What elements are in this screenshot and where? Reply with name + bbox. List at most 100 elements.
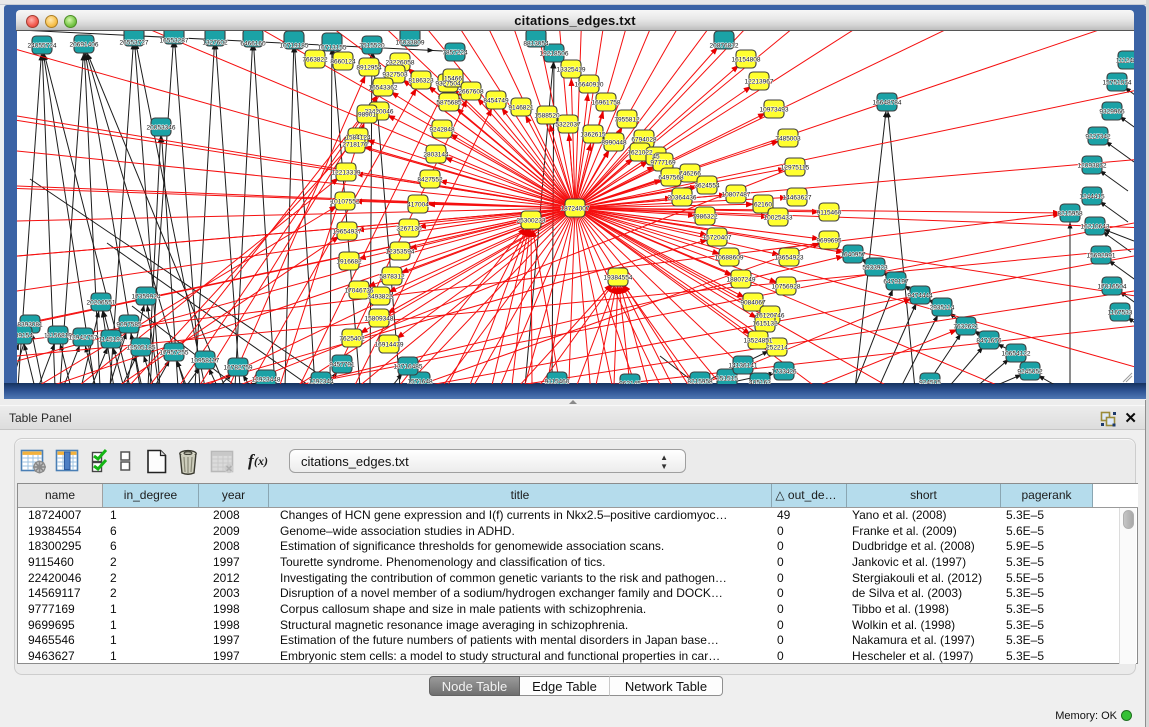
svg-text:20691406: 20691406 [70, 41, 99, 48]
svg-text:405163: 405163 [749, 379, 771, 384]
svg-text:9115460: 9115460 [817, 209, 842, 216]
svg-text:1640957: 1640957 [840, 251, 866, 258]
svg-text:8393081: 8393081 [17, 321, 43, 328]
svg-text:5933923: 5933923 [862, 264, 888, 271]
svg-text:19384554: 19384554 [604, 274, 633, 281]
svg-text:2935114: 2935114 [930, 304, 955, 311]
svg-text:9242848: 9242848 [429, 126, 455, 133]
svg-text:20053346: 20053346 [147, 124, 176, 131]
svg-text:1916682: 1916682 [336, 258, 362, 265]
svg-text:16033809: 16033809 [396, 40, 425, 47]
svg-text:1584124: 1584124 [345, 134, 371, 141]
svg-text:10958117: 10958117 [191, 357, 220, 364]
svg-text:8471676: 8471676 [976, 337, 1002, 344]
svg-text:6466160: 6466160 [240, 41, 266, 48]
svg-text:16553287: 16553287 [160, 38, 189, 45]
svg-text:20876812: 20876812 [710, 43, 739, 50]
svg-text:9084067: 9084067 [740, 299, 766, 306]
svg-text:1292344: 1292344 [308, 378, 334, 384]
svg-text:19218506: 19218506 [540, 50, 569, 57]
svg-text:13654923: 13654923 [775, 254, 804, 261]
svg-text:2667608: 2667608 [458, 88, 484, 95]
svg-text:23226058: 23226058 [386, 59, 415, 66]
svg-text:10807487: 10807487 [722, 191, 751, 198]
svg-text:10973493: 10973493 [760, 106, 789, 113]
svg-text:8660124: 8660124 [330, 58, 356, 65]
svg-text:2718176: 2718176 [342, 141, 368, 148]
svg-text:12213319: 12213319 [332, 169, 361, 176]
svg-text:26553727: 26553727 [120, 40, 149, 47]
svg-text:16543362: 16543362 [369, 84, 398, 91]
svg-text:12353594: 12353594 [386, 248, 415, 255]
svg-text:13325419: 13325419 [557, 66, 586, 73]
svg-text:9097585: 9097585 [116, 321, 142, 328]
svg-text:8813054: 8813054 [523, 41, 549, 48]
svg-text:16640910: 16640910 [575, 81, 604, 88]
svg-text:7515520: 7515520 [359, 42, 385, 49]
svg-text:14463627: 14463627 [783, 194, 812, 201]
svg-text:10025433: 10025433 [764, 214, 793, 221]
svg-text:62160: 62160 [754, 201, 772, 208]
svg-text:9457791: 9457791 [329, 361, 355, 368]
svg-text:10756928: 10756928 [772, 283, 801, 290]
svg-text:9146821: 9146821 [508, 104, 534, 111]
svg-text:1362615: 1362615 [580, 131, 606, 138]
svg-text:1167533: 1167533 [1108, 309, 1133, 316]
svg-text:1588520: 1588520 [534, 112, 560, 119]
svg-text:6794028: 6794028 [631, 136, 657, 143]
svg-text:3267130: 3267130 [396, 225, 422, 232]
svg-text:14136141: 14136141 [729, 362, 758, 369]
svg-text:17957255: 17957255 [160, 349, 189, 356]
svg-text:3624554: 3624554 [694, 182, 720, 189]
svg-text:9699695: 9699695 [816, 237, 842, 244]
svg-text:1733426: 1733426 [771, 368, 797, 375]
svg-text:1145193: 1145193 [99, 336, 124, 343]
svg-text:19654937: 19654937 [333, 228, 362, 235]
svg-text:13716485: 13716485 [394, 363, 423, 370]
svg-text:7986322: 7986322 [692, 213, 718, 220]
svg-text:16648784: 16648784 [873, 99, 902, 106]
svg-text:10107552: 10107552 [331, 198, 360, 205]
svg-text:12093872: 12093872 [1078, 162, 1107, 169]
svg-text:18807249: 18807249 [727, 276, 756, 283]
svg-text:924505: 924505 [919, 379, 941, 384]
svg-text:16120746: 16120746 [756, 312, 785, 319]
svg-text:13524851: 13524851 [744, 337, 773, 344]
svg-text:12942757: 12942757 [69, 334, 98, 341]
svg-text:151515: 151515 [716, 375, 738, 382]
svg-text:7625402: 7625402 [339, 335, 365, 342]
svg-text:8427552: 8427552 [417, 176, 443, 183]
svg-text:12505185: 12505185 [127, 344, 156, 351]
svg-text:1112480: 1112480 [1116, 57, 1134, 64]
svg-text:9329966: 9329966 [1099, 108, 1125, 115]
svg-text:5322037: 5322037 [555, 121, 581, 128]
svg-text:24055724: 24055724 [28, 42, 57, 49]
svg-text:3493822: 3493822 [367, 293, 393, 300]
svg-text:9245052: 9245052 [1017, 368, 1043, 375]
svg-text:15809348: 15809348 [365, 315, 394, 322]
svg-text:10688609: 10688609 [715, 254, 744, 261]
svg-text:1615132: 1615132 [752, 320, 778, 327]
svg-text:7857224: 7857224 [442, 49, 468, 56]
svg-text:8912954: 8912954 [356, 64, 382, 71]
svg-text:7663822: 7663822 [302, 56, 328, 63]
svg-text:(x): (x) [254, 454, 268, 468]
svg-text:12975115: 12975115 [781, 164, 810, 171]
svg-text:9227342: 9227342 [1085, 133, 1111, 140]
svg-text:16154808: 16154808 [732, 56, 761, 63]
svg-text:1327602: 1327602 [202, 40, 228, 47]
svg-text:1621022: 1621022 [627, 149, 653, 156]
svg-text:98901: 98901 [358, 111, 376, 118]
svg-text:5875685: 5875685 [436, 99, 462, 106]
svg-text:17359924: 17359924 [132, 293, 161, 300]
svg-text:9327503: 9327503 [382, 71, 408, 78]
svg-text:962145: 962145 [619, 380, 641, 384]
svg-text:8990448: 8990448 [601, 139, 627, 146]
svg-text:7955812: 7955812 [614, 116, 640, 123]
svg-text:5878312: 5878312 [379, 273, 405, 280]
svg-text:16782759: 16782759 [224, 364, 253, 371]
svg-text:8215958: 8215958 [1057, 210, 1083, 217]
svg-text:10719185: 10719185 [280, 43, 309, 50]
svg-text:15720407: 15720407 [703, 234, 732, 241]
svg-text:746266: 746266 [679, 170, 701, 177]
